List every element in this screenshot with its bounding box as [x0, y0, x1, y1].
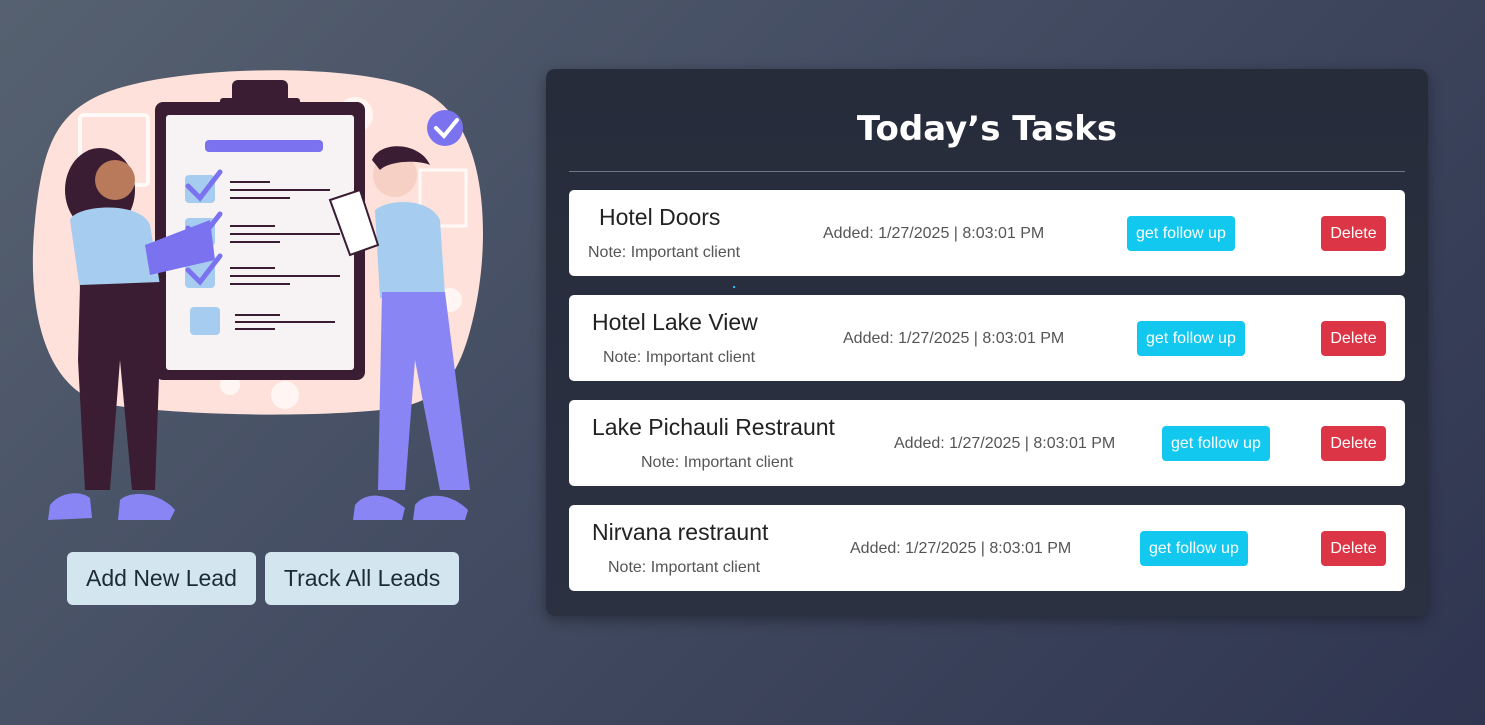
get-follow-up-button[interactable]: get follow up — [1140, 531, 1248, 566]
task-added-timestamp: Added: 1/27/2025 | 8:03:01 PM — [843, 330, 1065, 347]
task-added-timestamp: Added: 1/27/2025 | 8:03:01 PM — [894, 435, 1116, 452]
decorative-dot — [733, 286, 735, 288]
task-note: Note: Important client — [641, 454, 794, 471]
tasks-panel: Today’s Tasks Hotel Doors Note: Importan… — [546, 69, 1428, 616]
task-note: Note: Important client — [603, 349, 756, 366]
delete-button[interactable]: Delete — [1321, 321, 1386, 356]
task-name: Lake Pichauli Restraunt — [592, 414, 835, 440]
task-card: Nirvana restraunt Note: Important client… — [569, 505, 1405, 591]
task-added-timestamp: Added: 1/27/2025 | 8:03:01 PM — [823, 225, 1045, 242]
task-name: Nirvana restraunt — [592, 519, 769, 545]
task-note: Note: Important client — [588, 244, 741, 261]
delete-button[interactable]: Delete — [1321, 426, 1386, 461]
delete-button[interactable]: Delete — [1321, 216, 1386, 251]
task-list: Hotel Doors Note: Important client Added… — [569, 190, 1405, 610]
task-card: Hotel Lake View Note: Important client A… — [569, 295, 1405, 381]
task-name: Hotel Lake View — [592, 309, 758, 335]
task-note: Note: Important client — [608, 559, 761, 576]
task-added-timestamp: Added: 1/27/2025 | 8:03:01 PM — [850, 540, 1072, 557]
get-follow-up-button[interactable]: get follow up — [1137, 321, 1245, 356]
lead-actions: Add New Lead Track All Leads — [67, 552, 460, 605]
page-title: Today’s Tasks — [856, 109, 1118, 149]
track-all-leads-button[interactable]: Track All Leads — [264, 552, 460, 605]
task-card: Lake Pichauli Restraunt Note: Important … — [569, 400, 1405, 486]
title-divider — [569, 171, 1405, 172]
get-follow-up-button[interactable]: get follow up — [1127, 216, 1235, 251]
add-new-lead-button[interactable]: Add New Lead — [67, 552, 256, 605]
get-follow-up-button[interactable]: get follow up — [1162, 426, 1270, 461]
task-name: Hotel Doors — [599, 204, 721, 230]
delete-button[interactable]: Delete — [1321, 531, 1386, 566]
task-card: Hotel Doors Note: Important client Added… — [569, 190, 1405, 276]
task-checklist-illustration — [32, 70, 483, 520]
left-column: Add New Lead Track All Leads — [20, 60, 500, 620]
